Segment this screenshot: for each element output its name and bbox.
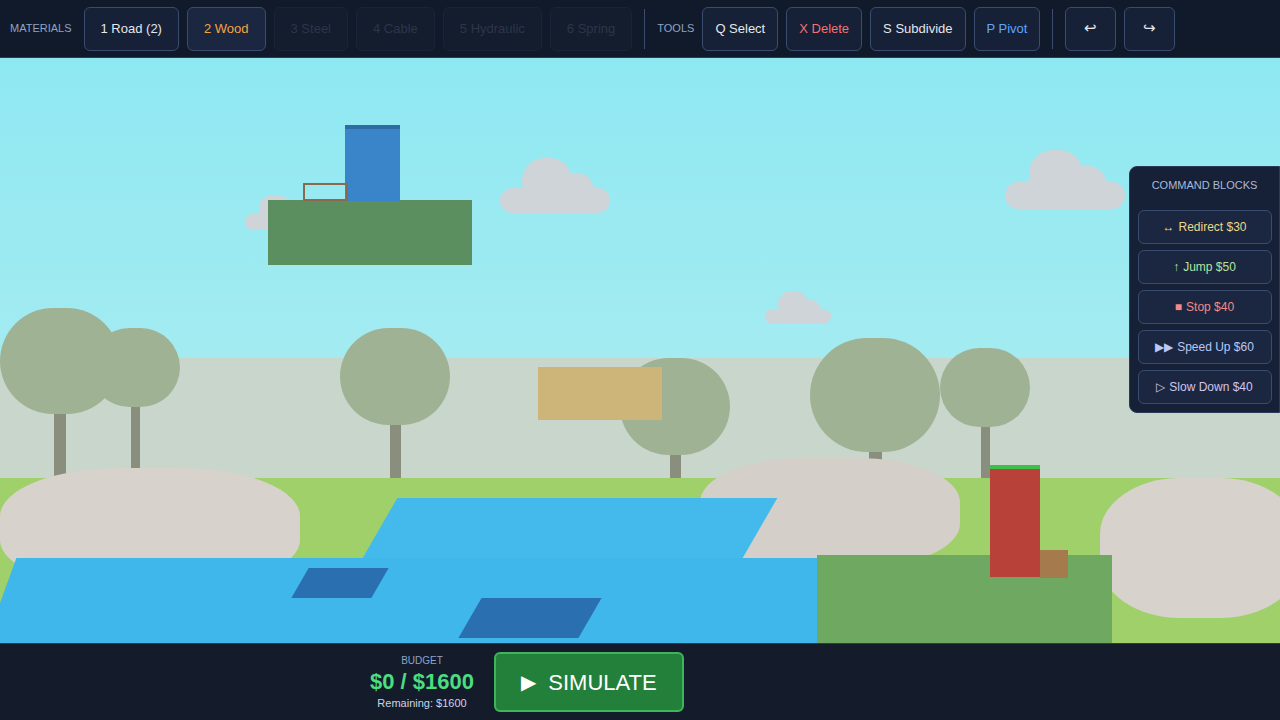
game-screen: MATERIALS 1 Road (2)2 Wood3 Steel4 Cable5… bbox=[0, 0, 1280, 720]
material-button[interactable]: 1 Road (2) bbox=[84, 7, 179, 51]
material-button: 4 Cable bbox=[356, 7, 435, 51]
cloud bbox=[500, 163, 610, 213]
budget: BUDGET$0 / $1600Remaining: $1600 bbox=[370, 653, 474, 712]
simulate-button[interactable]: ▶ SIMULATE bbox=[494, 652, 684, 712]
command-label: Jump $50 bbox=[1183, 258, 1236, 276]
game-viewport[interactable]: COMMAND BLOCKS ↔Redirect $30 ↑Jump $50 ■Sto… bbox=[0, 58, 1280, 643]
command-label: Redirect $30 bbox=[1178, 218, 1246, 236]
command-icon: ■ bbox=[1175, 298, 1182, 316]
separator bbox=[1052, 9, 1053, 49]
crate bbox=[1040, 550, 1068, 578]
material-button: 3 Steel bbox=[274, 7, 348, 51]
command-icon: ▶▶ bbox=[1155, 338, 1173, 356]
command-block-button[interactable]: ▶▶Speed Up $60 bbox=[1138, 330, 1272, 364]
budget-label: BUDGET bbox=[401, 653, 443, 668]
cloud bbox=[1005, 155, 1125, 209]
budget-value: $0 / $1600 bbox=[370, 668, 474, 696]
bottom-bar: BUDGET$0 / $1600Remaining: $1600 ▶ SIMULAT… bbox=[0, 643, 1280, 720]
tools-label: TOOLS bbox=[657, 20, 694, 37]
command-blocks-panel: COMMAND BLOCKS ↔Redirect $30 ↑Jump $50 ■Sto… bbox=[1129, 166, 1280, 413]
goal-house bbox=[990, 465, 1040, 577]
tree bbox=[90, 328, 180, 472]
command-label: Slow Down $40 bbox=[1169, 378, 1252, 396]
toolbar: MATERIALS 1 Road (2)2 Wood3 Steel4 Cable5… bbox=[0, 0, 1280, 58]
river-shadow bbox=[458, 598, 601, 638]
material-button: 6 Spring bbox=[550, 7, 632, 51]
start-platform bbox=[268, 200, 472, 265]
rocks bbox=[1100, 478, 1280, 618]
fence bbox=[303, 183, 348, 201]
start-house bbox=[345, 125, 400, 201]
command-block-button[interactable]: ■Stop $40 bbox=[1138, 290, 1272, 324]
river bbox=[0, 558, 916, 643]
budget-remaining: Remaining: $1600 bbox=[377, 695, 466, 712]
redo-button[interactable]: ↪ bbox=[1124, 7, 1175, 51]
command-blocks-title: COMMAND BLOCKS bbox=[1152, 167, 1258, 204]
undo-button[interactable]: ↩ bbox=[1065, 7, 1116, 51]
command-block-button[interactable]: ↔Redirect $30 bbox=[1138, 210, 1272, 244]
command-icon: ↔ bbox=[1162, 218, 1174, 236]
command-block-button[interactable]: ↑Jump $50 bbox=[1138, 250, 1272, 284]
river bbox=[363, 498, 778, 558]
materials-label: MATERIALS bbox=[10, 20, 72, 37]
play-icon: ▶ bbox=[521, 667, 536, 697]
tool-button[interactable]: S Subdivide bbox=[870, 7, 965, 51]
command-label: Speed Up $60 bbox=[1177, 338, 1254, 356]
material-button[interactable]: 2 Wood bbox=[187, 7, 266, 51]
separator bbox=[644, 9, 645, 49]
tool-button[interactable]: X Delete bbox=[786, 7, 862, 51]
command-label: Stop $40 bbox=[1186, 298, 1234, 316]
command-icon: ↑ bbox=[1173, 258, 1179, 276]
simulate-label: SIMULATE bbox=[548, 666, 656, 699]
tool-button[interactable]: Q Select bbox=[702, 7, 778, 51]
tool-button[interactable]: P Pivot bbox=[974, 7, 1041, 51]
material-button: 5 Hydraulic bbox=[443, 7, 542, 51]
command-block-button[interactable]: ▷Slow Down $40 bbox=[1138, 370, 1272, 404]
cloud bbox=[765, 294, 831, 324]
middle-block bbox=[538, 367, 662, 420]
command-icon: ▷ bbox=[1156, 378, 1165, 396]
